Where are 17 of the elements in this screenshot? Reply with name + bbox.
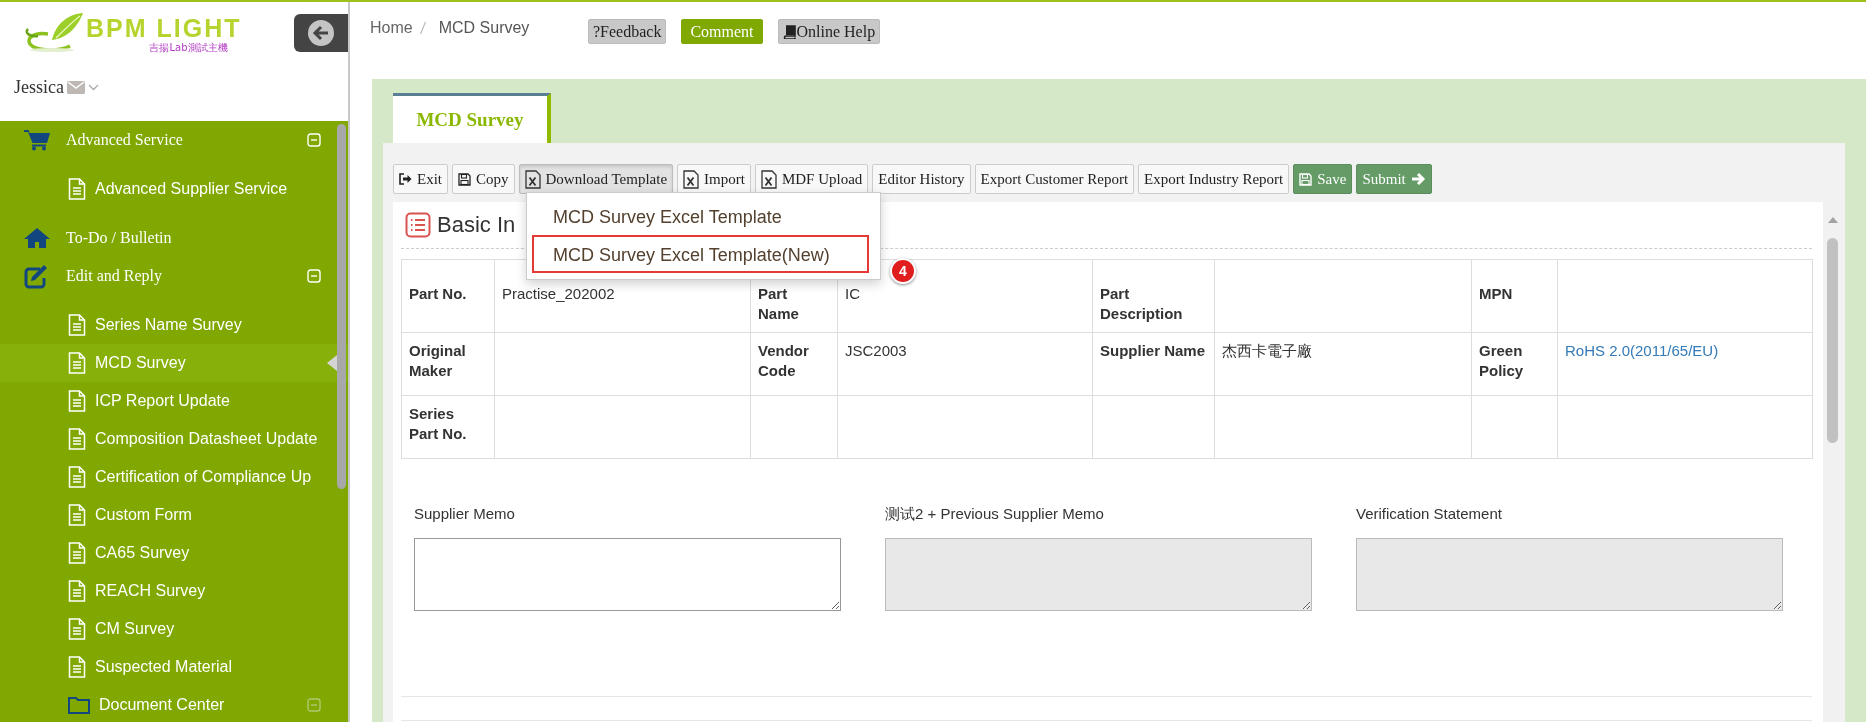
section-title: Basic In [437,212,516,238]
field-label: Original Maker [401,332,495,396]
field-label: Series Part No. [401,395,495,459]
breadcrumb-current: MCD Survey [438,19,530,37]
field-label: Green Policy [1471,332,1558,396]
memo-label: 测试2 + Previous Supplier Memo [885,504,1105,524]
table-cell: JSC2003 [837,332,1093,396]
memo-label: Verification Statement [1356,504,1503,524]
field-label: Supplier Name [1092,332,1215,396]
logo-text: BPM LIGHT [86,14,242,42]
field-label: Part Description [1092,259,1215,333]
logo-subtitle: 吉揚Lab測試主機 [149,42,228,54]
field-label: Part No. [401,259,495,333]
field-label: MPN [1471,259,1558,333]
table-cell: 杰西卡電子廠 [1214,332,1472,396]
field-label: Vendor Code [750,332,838,396]
memo-label: Supplier Memo [414,504,516,524]
